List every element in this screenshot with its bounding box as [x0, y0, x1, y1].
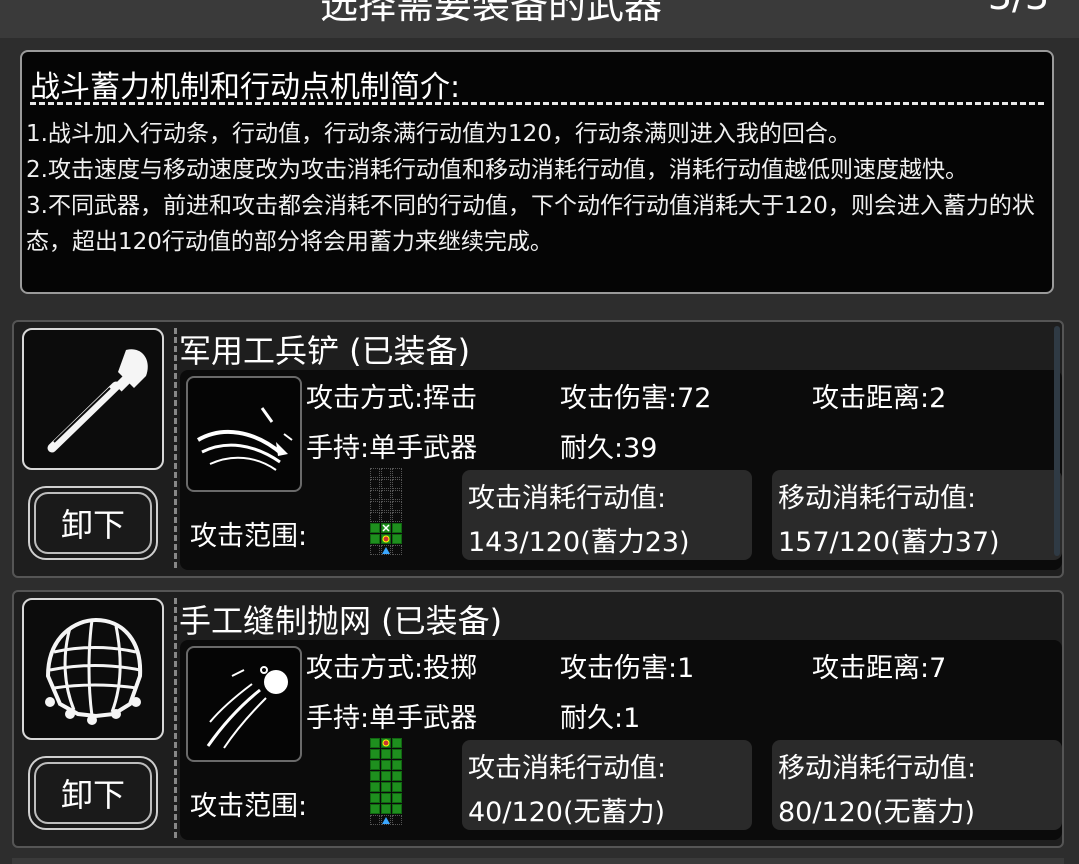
attack-cost-box: 攻击消耗行动值: 143/120(蓄力23): [462, 470, 752, 560]
weapon-card[interactable]: 卸下 手工缝制抛网 (已装备) 攻击方式:投掷 攻击伤害:1 攻击距离:7 手持…: [12, 590, 1064, 848]
attack-cost-label: 攻击消耗行动值:: [468, 483, 667, 514]
durability: 耐久:39: [560, 433, 658, 464]
intro-line: 2.攻击速度与移动速度改为攻击消耗行动值和移动消耗行动值，消耗行动值越低则速度越…: [26, 157, 968, 183]
intro-heading: 战斗蓄力机制和行动点机制简介:: [30, 70, 461, 105]
hold-type: 手持:单手武器: [306, 433, 478, 464]
throw-icon: [206, 666, 288, 749]
weapon-name: 手工缝制抛网 (已装备): [179, 602, 503, 640]
range-grid: [370, 738, 404, 830]
move-cost-label: 移动消耗行动值:: [778, 753, 977, 784]
attack-cost-label: 攻击消耗行动值:: [468, 753, 667, 784]
shovel-icon: [47, 349, 148, 453]
weapon-name: 军用工兵铲 (已装备): [179, 332, 471, 370]
hold-type: 手持:单手武器: [306, 703, 478, 734]
page-title: 选择需要装备的武器: [320, 0, 663, 27]
unequip-label[interactable]: 卸下: [34, 762, 152, 824]
weapon-stats: 攻击方式:挥击 攻击伤害:72 攻击距离:2 手持:单手武器 耐久:39 攻击范…: [180, 370, 1062, 570]
card-divider: [174, 598, 177, 838]
intro-divider: [30, 102, 1044, 105]
move-cost-value: 80/120(无蓄力): [778, 797, 976, 828]
attack-cost-value: 143/120(蓄力23): [468, 527, 690, 558]
attack-cost-box: 攻击消耗行动值: 40/120(无蓄力): [462, 740, 752, 830]
attack-range: 攻击距离:2: [812, 383, 947, 414]
intro-body: 1.战斗加入行动条，行动值，行动条满行动值为120，行动条满则进入我的回合。 2…: [26, 116, 1046, 260]
card-divider: [174, 328, 177, 568]
range-markers: [382, 524, 390, 554]
weapon-icon-frame: [22, 328, 164, 470]
move-cost-label: 移动消耗行动值:: [778, 483, 977, 514]
range-label: 攻击范围:: [190, 791, 308, 822]
intro-box: 战斗蓄力机制和行动点机制简介: 1.战斗加入行动条，行动值，行动条满行动值为12…: [20, 50, 1054, 294]
attack-range: 攻击距离:7: [812, 653, 947, 684]
top-bar: 选择需要装备的武器 3/3: [0, 0, 1079, 38]
attack-damage: 攻击伤害:1: [560, 653, 695, 684]
range-label: 攻击范围:: [190, 521, 308, 552]
next-card-edge: [12, 858, 1064, 864]
move-cost-value: 157/120(蓄力37): [778, 527, 1000, 558]
attack-damage: 攻击伤害:72: [560, 383, 712, 414]
move-cost-box: 移动消耗行动值: 80/120(无蓄力): [772, 740, 1062, 830]
weapon-icon-frame: [22, 598, 164, 740]
attack-anim-frame: [186, 646, 302, 762]
range-grid: [370, 468, 404, 560]
attack-type: 攻击方式:挥击: [306, 383, 478, 414]
unequip-label[interactable]: 卸下: [34, 492, 152, 554]
weapon-card[interactable]: 卸下 军用工兵铲 (已装备) 攻击方式:挥击 攻击伤害:72 攻击距离:2 手持…: [12, 320, 1064, 578]
unequip-button[interactable]: 卸下: [28, 756, 158, 830]
weapon-stats: 攻击方式:投掷 攻击伤害:1 攻击距离:7 手持:单手武器 耐久:1 攻击范围:…: [180, 640, 1062, 840]
scrollbar[interactable]: [1054, 326, 1060, 556]
equip-count: 3/3: [988, 0, 1049, 18]
slash-icon: [196, 407, 293, 471]
intro-line: 1.战斗加入行动条，行动值，行动条满行动值为120，行动条满则进入我的回合。: [26, 121, 851, 147]
net-icon: [45, 617, 143, 725]
intro-line: 3.不同武器，前进和攻击都会消耗不同的行动值，下个动作行动值消耗大于120，则会…: [26, 193, 1035, 255]
move-cost-box: 移动消耗行动值: 157/120(蓄力37): [772, 470, 1062, 560]
attack-cost-value: 40/120(无蓄力): [468, 797, 666, 828]
range-markers: [382, 739, 390, 824]
durability: 耐久:1: [560, 703, 641, 734]
attack-type: 攻击方式:投掷: [306, 653, 478, 684]
attack-anim-frame: [186, 376, 302, 492]
unequip-button[interactable]: 卸下: [28, 486, 158, 560]
